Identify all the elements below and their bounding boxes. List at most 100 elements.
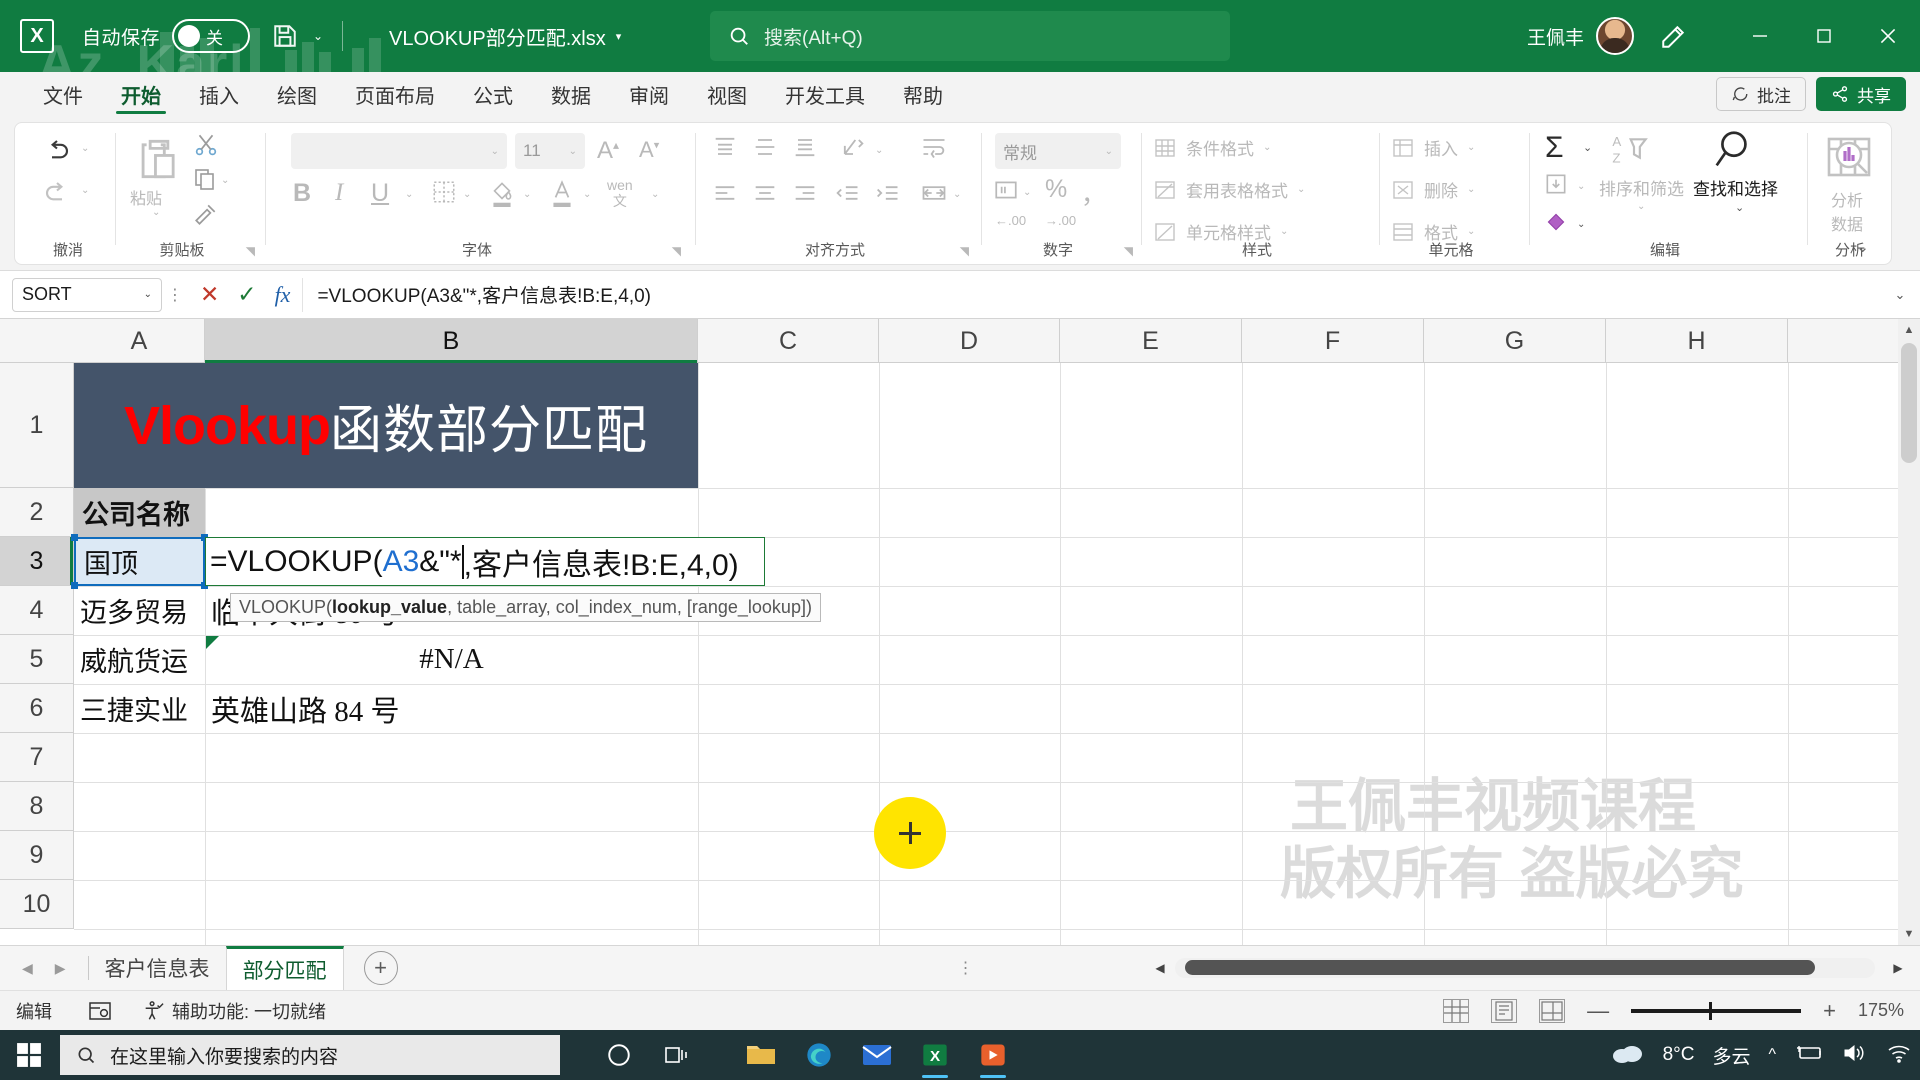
formula-input[interactable]: =VLOOKUP(A3&"*,客户信息表!B:E,4,0) bbox=[302, 277, 1880, 312]
cell-B6[interactable]: 英雄山路 84 号 bbox=[205, 684, 698, 733]
add-sheet-button[interactable]: + bbox=[363, 951, 398, 985]
name-box[interactable]: SORT ⌄ bbox=[12, 277, 162, 312]
sheet-prev-icon[interactable]: ◀ bbox=[22, 960, 33, 977]
page-layout-icon[interactable] bbox=[1491, 998, 1518, 1023]
autosave-toggle[interactable]: 自动保存 关 bbox=[82, 19, 251, 53]
row-header-5[interactable]: 5 bbox=[0, 635, 74, 684]
windows-start-icon[interactable] bbox=[0, 1030, 58, 1080]
expand-formula-bar-icon[interactable]: ⌄ bbox=[1880, 287, 1920, 303]
find-select-label[interactable]: 查找和选择 bbox=[1693, 175, 1778, 200]
share-button[interactable]: 共享 bbox=[1816, 77, 1906, 111]
normal-view-icon[interactable] bbox=[1443, 998, 1470, 1023]
column-header-F[interactable]: F bbox=[1242, 319, 1424, 363]
excel-icon[interactable]: X bbox=[906, 1030, 964, 1080]
tab-view[interactable]: 视图 bbox=[688, 72, 766, 116]
row-header-1[interactable]: 1 bbox=[0, 363, 74, 488]
insert-function-icon[interactable]: fx bbox=[275, 282, 291, 308]
scroll-down-icon[interactable]: ▼ bbox=[1898, 923, 1920, 945]
row-header-4[interactable]: 4 bbox=[0, 586, 74, 635]
tab-developer[interactable]: 开发工具 bbox=[766, 72, 884, 116]
title-banner-cell[interactable]: Vlookup 函数部分匹配 bbox=[74, 363, 698, 488]
show-hidden-icons[interactable]: ^ bbox=[1768, 1046, 1776, 1064]
accessibility-status[interactable]: 辅助功能: 一切就绪 bbox=[142, 998, 326, 1024]
zoom-slider[interactable] bbox=[1631, 1001, 1802, 1020]
cell-A2[interactable]: 公司名称 bbox=[74, 488, 205, 537]
cortana-icon[interactable] bbox=[590, 1030, 648, 1080]
cell-A5[interactable]: 威航货运 bbox=[74, 635, 205, 684]
tab-review[interactable]: 审阅 bbox=[610, 72, 688, 116]
clear-caret-icon[interactable]: ⌄ bbox=[1577, 219, 1585, 230]
autosum-caret-icon[interactable]: ⌄ bbox=[1583, 141, 1592, 154]
sheetbar-splitter[interactable]: ⋮ bbox=[958, 958, 974, 978]
row-header-6[interactable]: 6 bbox=[0, 684, 74, 733]
row-header-8[interactable]: 8 bbox=[0, 782, 74, 831]
cell-B5[interactable]: #N/A bbox=[205, 635, 698, 684]
sheet-tab-customer-info[interactable]: 客户信息表 bbox=[89, 946, 226, 991]
tab-formulas[interactable]: 公式 bbox=[454, 72, 532, 116]
save-icon[interactable] bbox=[268, 19, 302, 53]
tab-help[interactable]: 帮助 bbox=[884, 72, 962, 116]
row-header-9[interactable]: 9 bbox=[0, 831, 74, 880]
zoom-level[interactable]: 175% bbox=[1858, 1000, 1904, 1021]
row-header-10[interactable]: 10 bbox=[0, 880, 74, 929]
mail-icon[interactable] bbox=[848, 1030, 906, 1080]
search-input[interactable]: 搜索(Alt+Q) bbox=[710, 11, 1230, 61]
column-header-E[interactable]: E bbox=[1060, 319, 1242, 363]
vertical-scroll-thumb[interactable] bbox=[1901, 343, 1917, 463]
collapse-ribbon-icon[interactable]: ⌄ bbox=[1856, 238, 1869, 256]
pen-icon[interactable] bbox=[1656, 20, 1690, 54]
sigma-icon[interactable]: Σ bbox=[1545, 131, 1564, 165]
cloudy-icon[interactable] bbox=[1611, 1041, 1645, 1070]
sheet-next-icon[interactable]: ▶ bbox=[55, 960, 66, 977]
cell-A3[interactable]: 国顶 bbox=[74, 537, 205, 586]
page-break-icon[interactable] bbox=[1539, 998, 1566, 1023]
tab-file[interactable]: 文件 bbox=[24, 72, 102, 116]
volume-icon[interactable] bbox=[1842, 1042, 1868, 1069]
formula-bar-handle[interactable]: ⋮ bbox=[162, 285, 188, 305]
column-header-C[interactable]: C bbox=[698, 319, 879, 363]
cell-A6[interactable]: 三捷实业 bbox=[74, 684, 205, 733]
camtasia-icon[interactable] bbox=[964, 1030, 1022, 1080]
cell-A4[interactable]: 迈多贸易 bbox=[74, 586, 205, 635]
clear-icon[interactable] bbox=[1543, 209, 1569, 235]
name-box-caret-icon[interactable]: ⌄ bbox=[144, 289, 152, 300]
undo-icon[interactable] bbox=[37, 131, 77, 171]
hscroll-right-icon[interactable]: ▶ bbox=[1888, 958, 1908, 978]
close-button[interactable] bbox=[1856, 0, 1920, 72]
find-select-caret-icon[interactable]: ⌄ bbox=[1735, 201, 1744, 214]
vertical-scrollbar[interactable]: ▲ ▼ bbox=[1898, 319, 1920, 945]
column-header-A[interactable]: A bbox=[74, 319, 205, 363]
taskbar-search-input[interactable]: 在这里输入你要搜索的内容 bbox=[60, 1035, 560, 1075]
horizontal-scroll-thumb[interactable] bbox=[1185, 960, 1815, 975]
tab-page-layout[interactable]: 页面布局 bbox=[336, 72, 454, 116]
row-header-7[interactable]: 7 bbox=[0, 733, 74, 782]
file-explorer-icon[interactable] bbox=[732, 1030, 790, 1080]
find-select-icon[interactable] bbox=[1709, 127, 1755, 173]
column-header-D[interactable]: D bbox=[879, 319, 1060, 363]
weather-temperature[interactable]: 8°C bbox=[1663, 1044, 1695, 1066]
row-header-3[interactable]: 3 bbox=[0, 537, 74, 586]
weather-description[interactable]: 多云 bbox=[1712, 1042, 1750, 1069]
confirm-icon[interactable]: ✓ bbox=[237, 281, 256, 308]
cancel-icon[interactable]: ✕ bbox=[200, 281, 219, 308]
tab-draw[interactable]: 绘图 bbox=[258, 72, 336, 116]
cell-B3-editing[interactable]: =VLOOKUP(A3 &"* ,客户信息表!B:E,4,0) bbox=[205, 537, 765, 586]
document-title[interactable]: VLOOKUP部分匹配.xlsx ▾ bbox=[389, 22, 621, 51]
column-header-G[interactable]: G bbox=[1424, 319, 1606, 363]
zoom-out-button[interactable]: — bbox=[1587, 998, 1609, 1024]
user-account[interactable]: 王佩丰 bbox=[1527, 0, 1634, 72]
quick-access-caret-icon[interactable]: ⌄ bbox=[308, 21, 328, 51]
maximize-button[interactable] bbox=[1792, 0, 1856, 72]
tab-home[interactable]: 开始 bbox=[102, 72, 180, 116]
hscroll-left-icon[interactable]: ◀ bbox=[1150, 958, 1170, 978]
wifi-icon[interactable] bbox=[1886, 1042, 1912, 1069]
edge-browser-icon[interactable] bbox=[790, 1030, 848, 1080]
tab-insert[interactable]: 插入 bbox=[180, 72, 258, 116]
comments-button[interactable]: 批注 bbox=[1716, 77, 1806, 111]
minimize-button[interactable] bbox=[1728, 0, 1792, 72]
record-macro-icon[interactable] bbox=[88, 1000, 112, 1022]
avatar[interactable] bbox=[1596, 17, 1634, 55]
scroll-up-icon[interactable]: ▲ bbox=[1898, 319, 1920, 341]
sheet-tab-partial-match[interactable]: 部分匹配 bbox=[225, 945, 344, 991]
undo-caret-icon[interactable]: ⌄ bbox=[81, 143, 89, 154]
